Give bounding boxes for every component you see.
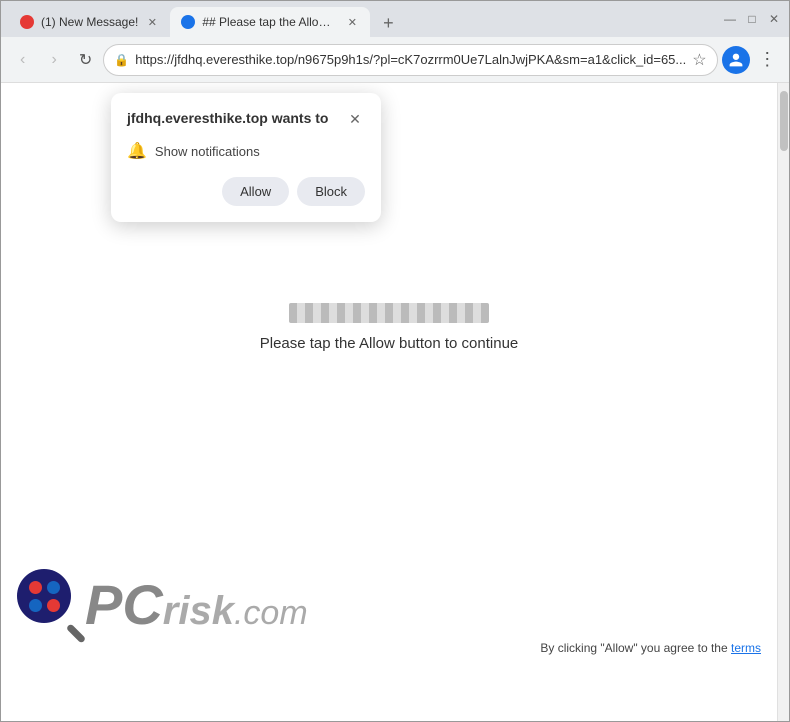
popup-permission-row: 🔔 Show notifications	[127, 141, 365, 161]
url-text: https://jfdhq.everesthike.top/n9675p9h1s…	[135, 52, 686, 67]
dot-red-bottom	[47, 599, 60, 612]
more-menu-button[interactable]: ⋮	[754, 44, 781, 76]
tab1-close-button[interactable]: ✕	[144, 14, 160, 30]
page-main-content: Please tap the Allow button to continue	[260, 303, 519, 352]
footer-disclaimer: By clicking "Allow" you agree to the ter…	[17, 641, 761, 655]
popup-permission-text: Show notifications	[155, 144, 260, 159]
content-area: jfdhq.everesthike.top wants to ✕ 🔔 Show …	[1, 83, 789, 721]
tab-2[interactable]: ## Please tap the Allow button... ✕	[170, 7, 370, 37]
new-tab-button[interactable]: +	[374, 9, 402, 37]
profile-avatar	[722, 46, 750, 74]
pcrisk-risk-text: risk	[163, 591, 234, 631]
vertical-scrollbar[interactable]	[777, 83, 789, 721]
popup-actions: Allow Block	[127, 177, 365, 206]
page-footer: PC risk .com By clicking "Allow" you agr…	[1, 559, 777, 663]
address-bar[interactable]: 🔒 https://jfdhq.everesthike.top/n9675p9h…	[103, 44, 717, 76]
tab-list: (1) New Message! ✕ ## Please tap the All…	[9, 1, 723, 37]
dot-blue-top	[47, 581, 60, 594]
profile-button[interactable]	[722, 44, 750, 76]
page-instruction-text: Please tap the Allow button to continue	[260, 335, 519, 352]
pcrisk-logo: PC risk .com	[17, 569, 761, 641]
navigation-bar: ‹ › ↻ 🔒 https://jfdhq.everesthike.top/n9…	[1, 37, 789, 83]
popup-title: jfdhq.everesthike.top wants to	[127, 109, 328, 127]
scrollbar-thumb[interactable]	[780, 91, 788, 151]
lock-icon: 🔒	[114, 53, 129, 67]
disclaimer-text: By clicking "Allow" you agree to the	[540, 641, 727, 655]
dot-red-top	[29, 581, 42, 594]
popup-close-button[interactable]: ✕	[345, 109, 365, 129]
maximize-button[interactable]: □	[745, 12, 759, 26]
block-button[interactable]: Block	[297, 177, 365, 206]
notification-permission-popup: jfdhq.everesthike.top wants to ✕ 🔔 Show …	[111, 93, 381, 222]
title-bar: (1) New Message! ✕ ## Please tap the All…	[1, 1, 789, 37]
tab1-title: (1) New Message!	[41, 15, 138, 29]
pcrisk-brand-text: PC risk .com	[85, 577, 308, 633]
pcrisk-pc-text: PC	[85, 577, 163, 633]
tab-1[interactable]: (1) New Message! ✕	[9, 7, 170, 37]
tab2-favicon	[180, 14, 196, 30]
magnifier-dots	[29, 581, 60, 612]
page-content: jfdhq.everesthike.top wants to ✕ 🔔 Show …	[1, 83, 777, 721]
back-button[interactable]: ‹	[9, 44, 36, 76]
window-controls: — □ ✕	[723, 12, 781, 26]
loading-bar	[289, 303, 489, 323]
dot-blue-bottom	[29, 599, 42, 612]
globe-icon	[181, 15, 195, 29]
close-window-button[interactable]: ✕	[767, 12, 781, 26]
tab2-close-button[interactable]: ✕	[344, 14, 360, 30]
reload-button[interactable]: ↻	[72, 44, 99, 76]
forward-button[interactable]: ›	[40, 44, 67, 76]
magnifier-handle	[66, 623, 87, 644]
magnifier-circle	[17, 569, 71, 623]
tab1-favicon	[19, 14, 35, 30]
popup-header: jfdhq.everesthike.top wants to ✕	[127, 109, 365, 129]
allow-button[interactable]: Allow	[222, 177, 289, 206]
page-body: jfdhq.everesthike.top wants to ✕ 🔔 Show …	[1, 83, 777, 663]
browser-window: (1) New Message! ✕ ## Please tap the All…	[0, 0, 790, 722]
pcrisk-dotcom-text: .com	[234, 596, 308, 630]
minimize-button[interactable]: —	[723, 12, 737, 26]
terms-link[interactable]: terms	[731, 641, 761, 655]
bell-icon: 🔔	[127, 141, 147, 161]
notification-icon	[20, 15, 34, 29]
bookmark-icon[interactable]: ☆	[692, 50, 706, 70]
tab2-title: ## Please tap the Allow button...	[202, 15, 338, 29]
pcrisk-magnifier-icon	[17, 569, 89, 641]
